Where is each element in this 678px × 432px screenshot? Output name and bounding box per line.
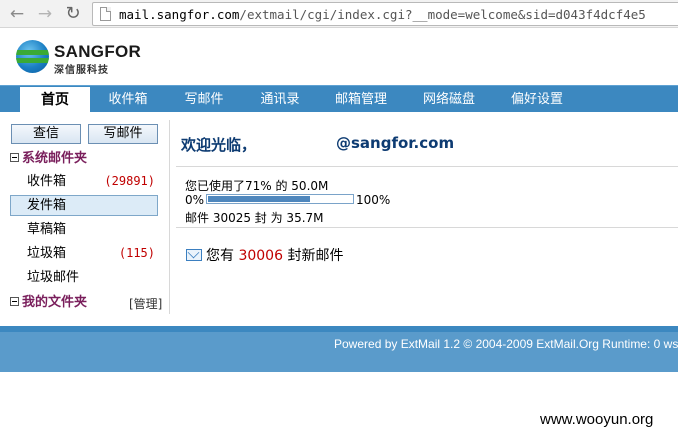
globe-logo-icon [16,40,49,73]
reload-icon[interactable]: ↻ [62,3,84,25]
watermark: www.wooyun.org [540,411,654,428]
mail-stats-text: 邮件 30025 封 为 35.7M [185,211,324,225]
browser-toolbar: ← → ↻ mail.sangfor.com/extmail/cgi/index… [0,0,678,28]
quota-min-label: 0% [185,193,205,207]
content-divider [176,227,678,228]
collapse-icon[interactable] [10,153,19,162]
folder-inbox[interactable]: 收件箱 (29891) [10,171,158,192]
welcome-text: 欢迎光临， [181,136,257,154]
url-path: /extmail/cgi/index.cgi?__mode=welcome&si… [239,7,646,22]
my-folders-title: 我的文件夹 [22,295,88,310]
folder-label: 垃圾箱 [27,246,67,261]
my-folders-header[interactable]: 我的文件夹 [10,294,87,312]
new-mail-count[interactable]: 30006 [238,248,283,264]
folder-label: 垃圾邮件 [27,270,80,285]
folder-spam[interactable]: 垃圾邮件 [10,267,158,288]
forward-arrow-icon[interactable]: → [34,3,56,25]
quota-progress-bar [206,194,354,204]
folder-label: 草稿箱 [27,222,67,237]
system-folders-title: 系统邮件夹 [22,151,88,166]
system-folders-header[interactable]: 系统邮件夹 [10,150,87,168]
tab-mailbox-manage[interactable]: 邮箱管理 [330,86,392,113]
folder-unread-count: (115) [118,246,155,260]
url-text[interactable]: mail.sangfor.com/extmail/cgi/index.cgi?_… [119,7,646,22]
tab-compose[interactable]: 写邮件 [176,86,232,113]
sidebar: 查信 写邮件 系统邮件夹 收件箱 (29891) 发件箱 草稿箱 垃圾箱 (11… [0,112,169,317]
page-icon [100,7,111,21]
sangfor-logo: SANGFOR 深信服科技 [16,40,141,76]
content-divider [176,166,678,167]
folder-label: 收件箱 [27,174,67,189]
folder-unread-count: (29891) [104,174,155,188]
folder-trash[interactable]: 垃圾箱 (115) [10,243,158,264]
new-mail-prefix: 您有 [206,248,234,264]
tab-contacts[interactable]: 通讯录 [252,86,308,113]
new-mail-notice[interactable]: 您有 30006 封新邮件 [186,245,343,265]
welcome-heading: 欢迎光临， @sangfor.com [181,134,454,155]
back-arrow-icon[interactable]: ← [6,3,28,25]
folder-sent[interactable]: 发件箱 [10,195,158,216]
folder-label: 发件箱 [27,198,67,213]
tab-inbox[interactable]: 收件箱 [100,86,156,113]
logo-swoosh [16,50,49,55]
tab-preferences[interactable]: 偏好设置 [506,86,568,113]
envelope-icon [186,249,202,261]
quota-progress-fill [208,196,310,202]
tab-home[interactable]: 首页 [20,87,90,113]
sidebar-divider [169,120,170,314]
address-bar[interactable]: mail.sangfor.com/extmail/cgi/index.cgi?_… [92,2,678,26]
check-mail-button[interactable]: 查信 [11,124,81,144]
quota-max-label: 100% [356,193,391,207]
main-nav: 首页 收件箱 写邮件 通讯录 邮箱管理 网络磁盘 偏好设置 [0,85,678,113]
logo-swoosh [16,58,49,63]
collapse-icon[interactable] [10,297,19,306]
quota-usage-text: 您已使用了71% 的 50.0M [185,179,329,193]
tab-network-disk[interactable]: 网络磁盘 [418,86,480,113]
compose-button[interactable]: 写邮件 [88,124,158,144]
logo-subtitle: 深信服科技 [54,65,109,76]
manage-folders-link[interactable]: [管理] [129,295,162,313]
footer-powered-by: Powered by ExtMail 1.2 © 2004-2009 ExtMa… [334,337,678,351]
footer: Powered by ExtMail 1.2 © 2004-2009 ExtMa… [0,332,678,372]
logo-name: SANGFOR [54,42,142,61]
new-mail-suffix: 封新邮件 [287,248,344,264]
user-email-domain: @sangfor.com [336,134,455,152]
url-host: mail.sangfor.com [119,7,240,22]
folder-drafts[interactable]: 草稿箱 [10,219,158,240]
